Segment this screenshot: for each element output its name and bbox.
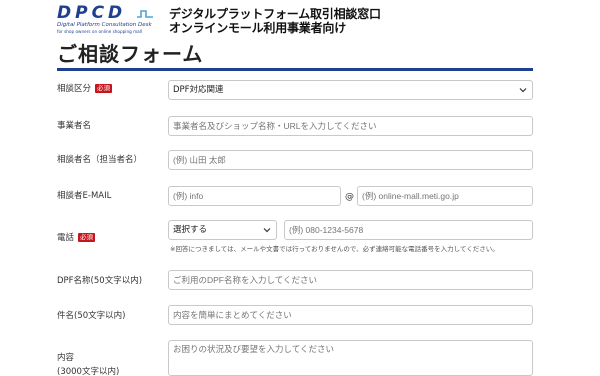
email-domain-input[interactable]: [357, 186, 533, 206]
logo-mark: DPCD: [57, 3, 127, 23]
category-label-text: 相談区分: [57, 84, 92, 94]
category-label: 相談区分 必須: [57, 84, 113, 95]
dpf-name-input[interactable]: [168, 270, 533, 290]
phone-note: ※回答につきましては、メールや文書では行っておりませんので、必ず連絡可能な電話番…: [170, 245, 499, 253]
consultant-name-label: 相談者名（担当者名）: [57, 155, 143, 165]
phone-label-text: 電話: [57, 233, 75, 243]
content-label-text: 内容: [57, 353, 75, 363]
dpcd-logo[interactable]: DPCD Digital Platform Consultation Desk …: [57, 3, 153, 36]
logo-tagline: for shop owners on online shopping mall: [57, 29, 143, 34]
chevron-down-icon: [519, 88, 527, 93]
category-select-value: DPF対応関連: [173, 85, 224, 95]
chevron-down-icon: [263, 228, 271, 233]
content-label: 内容 (3000文字以内): [57, 353, 119, 376]
title-divider: [57, 68, 533, 71]
email-local-input[interactable]: [168, 186, 341, 206]
phone-input[interactable]: [284, 220, 533, 240]
form-title: ご相談フォーム: [57, 42, 204, 66]
email-label: 相談者E-MAIL: [57, 191, 112, 201]
content-textarea[interactable]: [168, 340, 533, 376]
content-label-limit: (3000文字以内): [57, 367, 120, 376]
required-badge: 必須: [78, 233, 96, 242]
phone-type-select[interactable]: 選択する: [168, 220, 277, 240]
site-title-line2: オンラインモール利用事業者向け: [169, 21, 347, 35]
subject-input[interactable]: [168, 305, 533, 325]
site-title-line1: デジタルプラットフォーム取引相談窓口: [169, 7, 381, 21]
logo-subtitle: Digital Platform Consultation Desk: [57, 22, 152, 28]
subject-label: 件名(50文字以内): [57, 311, 126, 321]
phone-label: 電話 必須: [57, 233, 96, 244]
phone-type-select-value: 選択する: [173, 225, 208, 235]
business-name-label: 事業者名: [57, 121, 92, 131]
dpf-name-label: DPF名称(50文字以内): [57, 276, 143, 286]
site-title: デジタルプラットフォーム取引相談窓口 オンラインモール利用事業者向け: [169, 7, 381, 35]
category-select[interactable]: DPF対応関連: [168, 80, 533, 100]
business-name-input[interactable]: [168, 116, 533, 136]
required-badge: 必須: [95, 84, 113, 93]
consultant-name-input[interactable]: [168, 150, 533, 170]
site-header: DPCD Digital Platform Consultation Desk …: [0, 0, 600, 42]
logo-wave-icon: [137, 10, 153, 18]
at-sign: @: [345, 192, 354, 202]
